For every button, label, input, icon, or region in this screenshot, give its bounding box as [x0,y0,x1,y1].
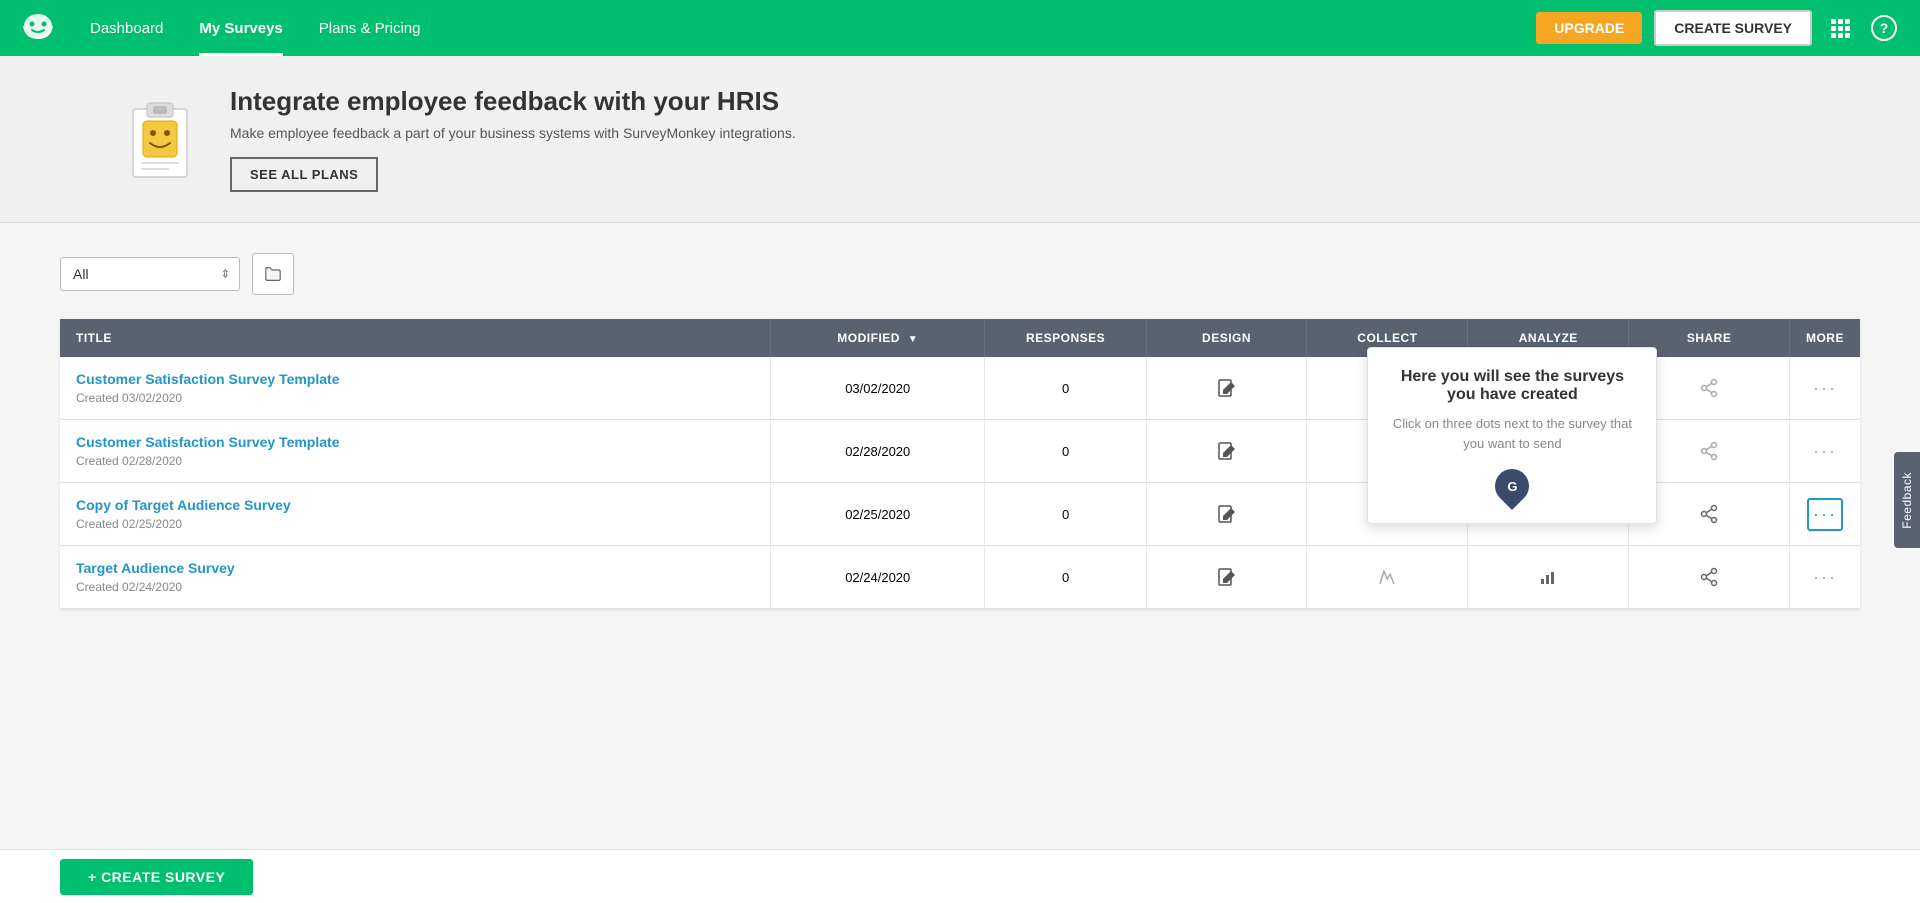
row1-collect-cell: Here you will see the surveys you have c… [1307,357,1468,420]
nav-links: Dashboard My Surveys Plans & Pricing [72,0,439,56]
folder-button[interactable] [252,253,294,295]
row2-modified: 02/28/2020 [771,420,985,483]
row4-design-button[interactable] [1213,563,1241,591]
row3-created: Created 02/25/2020 [76,517,182,531]
bottom-bar: + CREATE SURVEY [0,849,1920,903]
table-row: Target Audience Survey Created 02/24/202… [60,546,1860,609]
row4-analyze-button[interactable] [1534,563,1562,591]
col-more: MORE [1789,319,1860,357]
col-modified[interactable]: MODIFIED ▼ [771,319,985,357]
row2-share-button[interactable] [1695,437,1723,465]
logo[interactable] [20,10,56,46]
row1-more-cell: ··· [1789,357,1860,420]
row3-responses: 0 [985,483,1146,546]
row4-collect-cell [1307,546,1468,609]
row4-title-cell: Target Audience Survey Created 02/24/202… [60,546,771,609]
row3-design-button[interactable] [1213,500,1241,528]
banner-illustration [120,94,200,184]
feedback-tab[interactable]: Feedback [1894,452,1920,549]
col-design: DESIGN [1146,319,1307,357]
row2-more-cell: ··· [1789,420,1860,483]
tooltip-body: Click on three dots next to the survey t… [1388,414,1636,453]
promo-banner: Integrate employee feedback with your HR… [0,56,1920,223]
nav-my-surveys[interactable]: My Surveys [181,0,300,56]
tooltip-marker-icon: G [1488,462,1536,510]
help-icon[interactable]: ? [1868,12,1900,44]
row3-title-cell: Copy of Target Audience Survey Created 0… [60,483,771,546]
row4-more-button[interactable]: ··· [1809,563,1841,592]
row2-title-cell: Customer Satisfaction Survey Template Cr… [60,420,771,483]
create-survey-nav-button[interactable]: CREATE SURVEY [1654,10,1812,46]
row3-title-link[interactable]: Copy of Target Audience Survey [76,497,754,513]
apps-grid-icon[interactable] [1824,12,1856,44]
row4-modified: 02/24/2020 [771,546,985,609]
table-body: Customer Satisfaction Survey Template Cr… [60,357,1860,609]
upgrade-button[interactable]: UPGRADE [1536,12,1642,44]
row4-more-cell: ··· [1789,546,1860,609]
row2-design-button[interactable] [1213,437,1241,465]
main-content: All My Surveys Shared With Me TITLE MODI… [0,223,1920,639]
row1-design-cell [1146,357,1307,420]
svg-text:?: ? [1880,20,1889,36]
col-responses: RESPONSES [985,319,1146,357]
sort-arrow-icon: ▼ [908,334,918,345]
col-title: TITLE [60,319,771,357]
row1-design-button[interactable] [1213,374,1241,402]
row1-created: Created 03/02/2020 [76,391,182,405]
row1-share-button[interactable] [1695,374,1723,402]
banner-text: Integrate employee feedback with your HR… [230,86,796,192]
row1-title-link[interactable]: Customer Satisfaction Survey Template [76,371,754,387]
create-survey-bottom-button[interactable]: + CREATE SURVEY [60,859,253,895]
row2-created: Created 02/28/2020 [76,454,182,468]
row4-share-cell [1629,546,1790,609]
row2-more-button[interactable]: ··· [1809,437,1841,466]
row3-more-button[interactable]: ··· [1807,498,1843,531]
row1-modified: 03/02/2020 [771,357,985,420]
row1-responses: 0 [985,357,1146,420]
row4-title-link[interactable]: Target Audience Survey [76,560,754,576]
banner-heading: Integrate employee feedback with your HR… [230,86,796,117]
row3-share-button[interactable] [1695,500,1723,528]
row4-analyze-cell [1468,546,1629,609]
feedback-tab-label: Feedback [1900,472,1914,529]
filter-select-wrapper: All My Surveys Shared With Me [60,257,240,291]
nav-plans-pricing[interactable]: Plans & Pricing [301,0,439,56]
row3-design-cell [1146,483,1307,546]
tooltip-heading: Here you will see the surveys you have c… [1388,368,1636,404]
row4-created: Created 02/24/2020 [76,580,182,594]
row4-responses: 0 [985,546,1146,609]
row3-modified: 02/25/2020 [771,483,985,546]
navbar: Dashboard My Surveys Plans & Pricing UPG… [0,0,1920,56]
surveys-table: TITLE MODIFIED ▼ RESPONSES DESIGN COLLEC… [60,319,1860,609]
row2-responses: 0 [985,420,1146,483]
table-row: Customer Satisfaction Survey Template Cr… [60,357,1860,420]
see-all-plans-button[interactable]: SEE ALL PLANS [230,157,378,192]
filter-select[interactable]: All My Surveys Shared With Me [60,257,240,291]
filter-row: All My Surveys Shared With Me [60,253,1860,295]
banner-description: Make employee feedback a part of your bu… [230,125,796,141]
row4-share-button[interactable] [1695,563,1723,591]
nav-dashboard[interactable]: Dashboard [72,0,181,56]
navbar-right: UPGRADE CREATE SURVEY ? [1536,10,1900,46]
row1-title-cell: Customer Satisfaction Survey Template Cr… [60,357,771,420]
row2-title-link[interactable]: Customer Satisfaction Survey Template [76,434,754,450]
row2-design-cell [1146,420,1307,483]
row4-collect-button[interactable] [1373,563,1401,591]
row4-design-cell [1146,546,1307,609]
tooltip-box: Here you will see the surveys you have c… [1367,347,1657,524]
row3-more-cell: ··· [1789,483,1860,546]
row1-more-button[interactable]: ··· [1809,374,1841,403]
